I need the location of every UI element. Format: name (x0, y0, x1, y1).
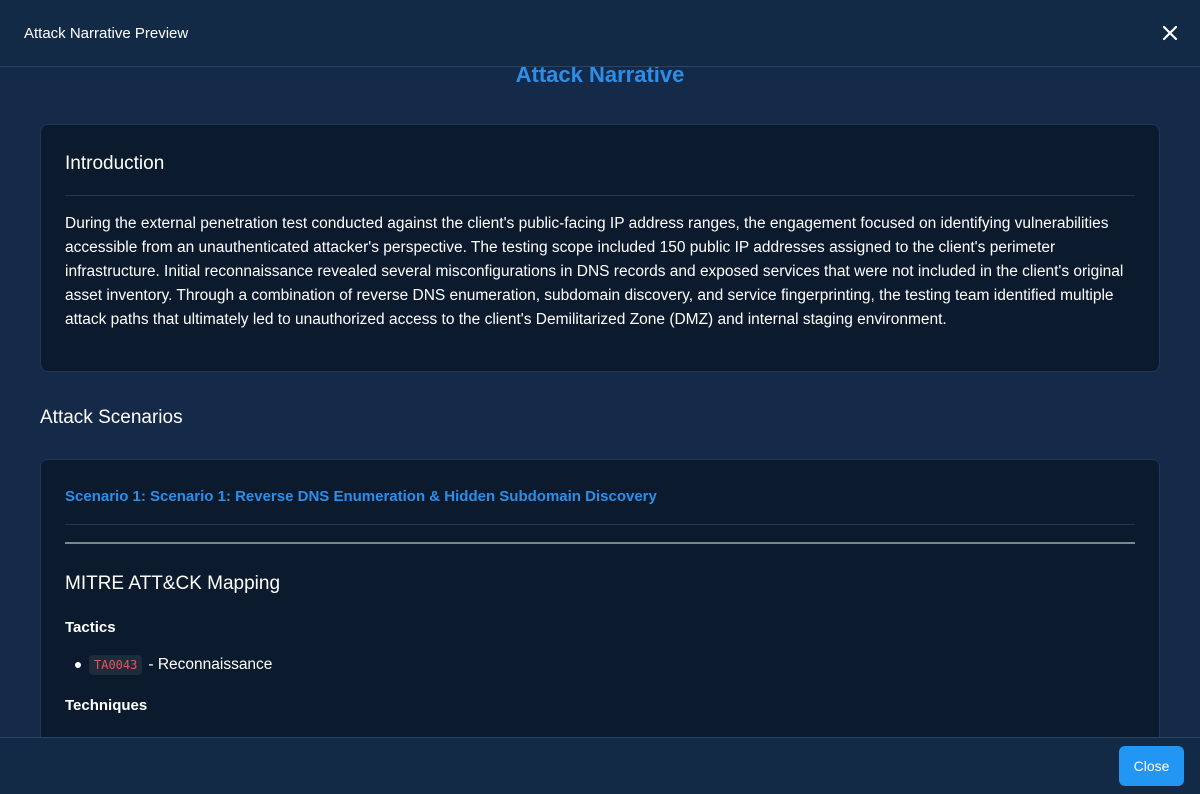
bullet-icon (75, 662, 81, 668)
close-icon[interactable] (1158, 21, 1182, 45)
introduction-text: During the external penetration test con… (65, 215, 1124, 328)
tactic-code: TA0043 (89, 655, 143, 675)
introduction-heading: Introduction (65, 125, 1135, 196)
scenario-card: Scenario 1: Scenario 1: Reverse DNS Enum… (40, 459, 1160, 737)
document-title: Attack Narrative (515, 67, 685, 87)
list-item: TA0043 - Reconnaissance (75, 655, 1135, 675)
tactics-list: TA0043 - Reconnaissance (65, 655, 1135, 675)
scenario-title-link[interactable]: Scenario 1: Scenario 1: Reverse DNS Enum… (65, 460, 1135, 525)
modal-body[interactable]: Attack Narrative Introduction During the… (0, 67, 1200, 737)
modal-title: Attack Narrative Preview (24, 24, 189, 42)
close-button[interactable]: Close (1119, 746, 1184, 786)
divider (65, 542, 1135, 544)
tactics-heading: Tactics (65, 619, 116, 636)
tactic-name: - Reconnaissance (148, 656, 273, 673)
modal-header: Attack Narrative Preview (0, 0, 1200, 67)
modal-footer: Close (0, 737, 1200, 794)
attack-scenarios-heading: Attack Scenarios (40, 407, 183, 428)
techniques-heading: Techniques (65, 697, 148, 714)
mitre-mapping-heading: MITRE ATT&CK Mapping (65, 573, 281, 594)
introduction-card: Introduction During the external penetra… (40, 124, 1160, 372)
